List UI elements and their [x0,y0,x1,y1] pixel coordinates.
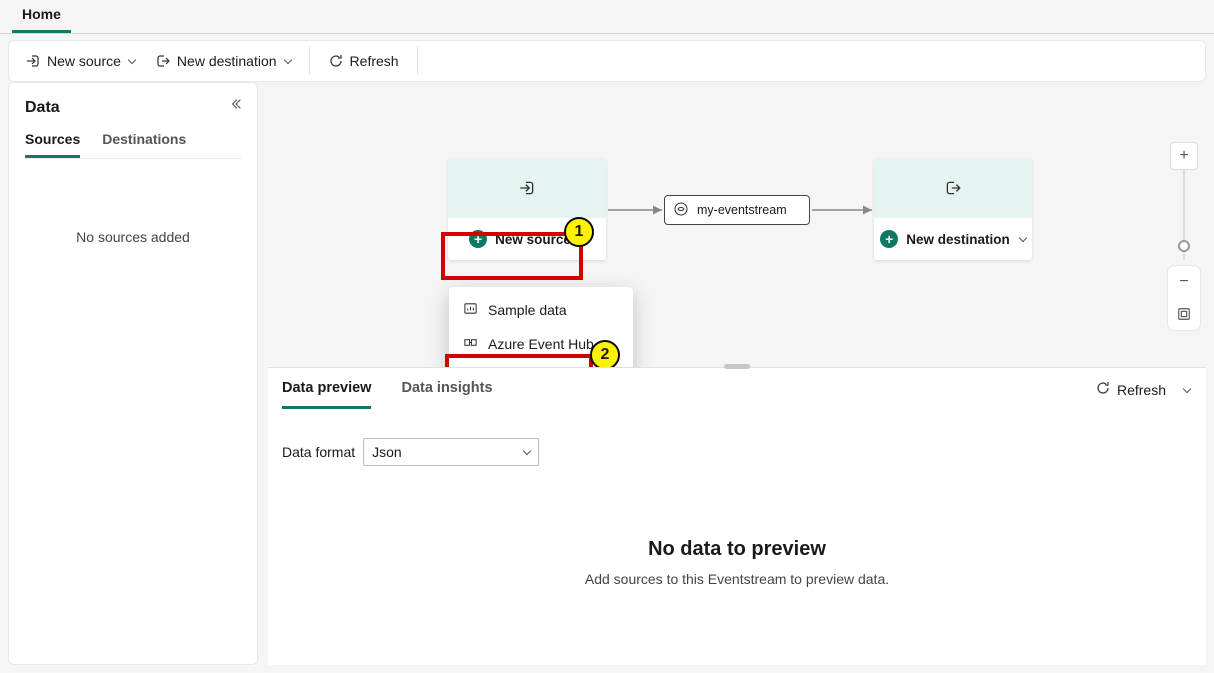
dropdown-item-sample-data[interactable]: Sample data [449,293,633,327]
refresh-label: Refresh [1117,382,1166,398]
eventstream-node[interactable]: my-eventstream [664,195,810,225]
ribbon-tabs: Home [0,0,1214,34]
preview-tabs: Data preview Data insights [282,380,1192,410]
sidebar-tabs: Sources Destinations [25,131,241,159]
event-hub-icon [463,335,478,353]
sidebar-title: Data [25,99,241,117]
chevron-down-icon [523,447,531,455]
toolbar-separator [417,47,418,75]
tab-data-preview[interactable]: Data preview [282,380,371,409]
preview-panel: Data preview Data insights Refresh Data … [268,367,1206,665]
dropdown-item-label: Sample data [488,302,567,318]
destination-out-icon [155,53,171,69]
zoom-in-button[interactable]: + [1170,142,1198,170]
chevron-down-icon [283,56,291,64]
annotation-badge-1: 1 [564,217,594,247]
no-data-subtitle: Add sources to this Eventstream to previ… [282,571,1192,587]
data-panel: Data Sources Destinations No sources add… [8,82,258,665]
new-destination-label: New destination [177,53,277,69]
data-format-select[interactable]: Json [363,438,539,466]
sample-data-icon [463,301,478,319]
destination-node-header [874,158,1032,218]
new-destination-button[interactable]: New destination [145,47,301,75]
new-destination-label: New destination [906,232,1010,247]
destination-node[interactable]: + New destination [874,158,1032,260]
eventstream-icon [673,201,689,220]
annotation-badge-2: 2 [590,340,620,367]
refresh-label: Refresh [350,53,399,69]
sidebar-tab-destinations[interactable]: Destinations [102,131,186,158]
no-data-title: No data to preview [282,538,1192,561]
new-source-label: New source [47,53,121,69]
chevron-down-icon [1019,234,1027,242]
new-source-label: New source [495,232,571,247]
data-format-label: Data format [282,444,355,460]
preview-refresh-button[interactable]: Refresh [1095,380,1166,399]
new-source-button[interactable]: New source [15,47,145,75]
fit-view-button[interactable] [1170,300,1198,328]
panel-resize-handle[interactable] [724,364,750,369]
sidebar-empty-message: No sources added [25,229,241,245]
chevron-down-icon[interactable] [1183,384,1191,392]
plus-icon: + [880,230,898,248]
eventstream-label: my-eventstream [697,203,787,217]
source-node-header [448,158,606,218]
zoom-out-button[interactable]: − [1170,268,1198,296]
zoom-controls: + − [1168,142,1200,330]
toolbar: New source New destination Refresh [8,40,1206,82]
refresh-button[interactable]: Refresh [318,47,409,75]
canvas[interactable]: + New source my-eventstream [268,82,1206,367]
source-in-icon [518,179,536,197]
refresh-icon [1095,380,1111,399]
toolbar-separator [309,47,310,75]
tab-data-insights[interactable]: Data insights [401,380,492,409]
ribbon-tab-home[interactable]: Home [12,0,71,33]
sidebar-tab-sources[interactable]: Sources [25,131,80,158]
plus-icon: + [469,230,487,248]
destination-out-icon [944,179,962,197]
dropdown-item-label: Azure Event Hub [488,336,594,352]
new-destination-dropdown-button[interactable]: + New destination [874,218,1032,260]
refresh-icon [328,53,344,69]
data-format-value: Json [372,444,402,460]
zoom-slider[interactable] [1183,170,1185,260]
collapse-panel-button[interactable] [229,97,243,114]
source-in-icon [25,53,41,69]
chevron-down-icon [128,56,136,64]
no-data-message: No data to preview Add sources to this E… [282,538,1192,587]
